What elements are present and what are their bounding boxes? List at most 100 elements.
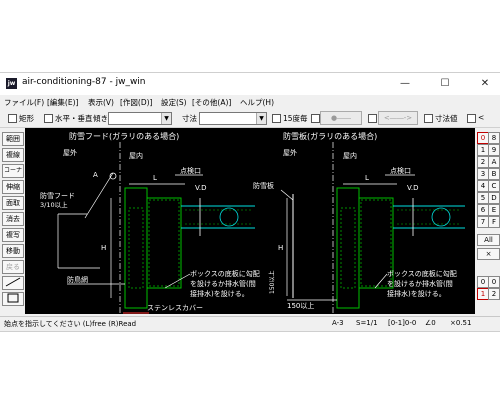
status-scale: S=1/1 bbox=[356, 319, 378, 327]
right-inspection-label: 点検口 bbox=[390, 166, 411, 175]
right-dim-150-horizontal: 150以上 bbox=[287, 301, 314, 310]
layer-group-c[interactable]: C bbox=[488, 180, 500, 192]
left-note-2: を設けるか排水管(間 bbox=[190, 279, 256, 288]
hv-label: 水平・垂直 bbox=[55, 114, 93, 123]
left-indoor-label: 屋内 bbox=[129, 151, 143, 160]
dimval-checkbox[interactable] bbox=[424, 114, 433, 123]
layer-group-d[interactable]: D bbox=[488, 192, 500, 204]
right-L-label: L bbox=[365, 174, 369, 182]
layer-group-e[interactable]: E bbox=[488, 204, 500, 216]
right-note-2: を設けるか排水管(間 bbox=[387, 279, 453, 288]
right-note-3: 接排水)を設ける。 bbox=[387, 289, 446, 298]
line-icon bbox=[5, 277, 21, 287]
jw-app-icon: jw bbox=[6, 78, 17, 89]
layer-group-b[interactable]: B bbox=[488, 168, 500, 180]
left-leader-a bbox=[84, 172, 114, 219]
hv-checkbox[interactable] bbox=[44, 114, 53, 123]
menu-other[interactable]: [その他(A)] bbox=[192, 97, 231, 108]
tilt-label: 傾き bbox=[93, 114, 108, 123]
dimval-label: 寸法値 bbox=[435, 114, 458, 123]
tool-extend[interactable]: 伸縮 bbox=[2, 180, 24, 194]
rect-checkbox[interactable] bbox=[8, 114, 17, 123]
menu-help[interactable]: ヘルプ(H) bbox=[240, 97, 274, 108]
left-hood-ratio: 3/10以上 bbox=[40, 200, 68, 209]
left-louver bbox=[128, 207, 144, 289]
left-tool-panel: 範囲 複線 コーナー 伸縮 面取 消去 複写 移動 戻る bbox=[0, 128, 25, 318]
rect-label: 矩形 bbox=[19, 114, 34, 123]
status-zoom: ×0.51 bbox=[450, 319, 472, 327]
right-louver bbox=[340, 207, 356, 289]
rectangle-icon bbox=[7, 293, 19, 303]
layer-all-button[interactable]: All bbox=[477, 234, 500, 246]
tool-parallel[interactable]: 複線 bbox=[2, 148, 24, 162]
lt-checkbox[interactable] bbox=[467, 114, 476, 123]
tool-corner[interactable]: コーナー bbox=[2, 164, 24, 186]
right-layer-panel: 0 8 1 9 2 A 3 B 4 C 5 D 6 E 7 F All × 0 … bbox=[476, 128, 500, 318]
point-line-button[interactable]: ●―― bbox=[320, 111, 362, 125]
tool-erase[interactable]: 消去 bbox=[2, 212, 24, 226]
right-outdoor-label: 屋外 bbox=[283, 148, 297, 157]
left-damper-circle bbox=[219, 207, 239, 227]
layer-group-f[interactable]: F bbox=[488, 216, 500, 228]
left-stainless-label: ステンレスカバー bbox=[147, 304, 203, 312]
drawing-canvas[interactable]: 防雪フード(ガラリのある場合) 屋外 屋内 A L 点検口 V.D 防雪フード … bbox=[25, 128, 475, 314]
left-note-1: ボックスの底板に勾配 bbox=[190, 269, 260, 278]
arrow-line-button[interactable]: <――-> bbox=[378, 111, 418, 125]
right-H-label: H bbox=[278, 244, 283, 252]
right-vd-label: V.D bbox=[407, 184, 419, 192]
left-box bbox=[146, 197, 182, 289]
left-L-label: L bbox=[153, 174, 157, 182]
tool-line[interactable] bbox=[2, 276, 24, 290]
tool-copy[interactable]: 複写 bbox=[2, 228, 24, 242]
lt-label: < bbox=[478, 113, 485, 122]
deg15-checkbox[interactable] bbox=[272, 114, 281, 123]
layer-0b-button[interactable]: 0 bbox=[488, 276, 500, 288]
cad-drawing: 防雪フード(ガラリのある場合) 屋外 屋内 A L 点検口 V.D 防雪フード … bbox=[40, 131, 465, 314]
right-dim-150-vertical: 150以上 bbox=[268, 271, 276, 294]
minimize-button[interactable]: — bbox=[392, 73, 418, 95]
menu-view[interactable]: 表示(V) bbox=[88, 97, 114, 108]
right-note-1: ボックスの底板に勾配 bbox=[387, 269, 457, 278]
tool-chamfer[interactable]: 面取 bbox=[2, 196, 24, 210]
window-title: air-conditioning-87 - jw_win bbox=[22, 77, 146, 87]
tool-rectangle[interactable] bbox=[2, 292, 24, 306]
status-angle: ∠0 bbox=[425, 319, 436, 327]
title-bar: jw air-conditioning-87 - jw_win — ☐ ✕ bbox=[0, 73, 500, 95]
right-title: 防雪板(ガラリのある場合) bbox=[283, 131, 377, 141]
status-bar: 始点を指示してください (L)free (R)Read A-3 S=1/1 [0… bbox=[0, 316, 500, 331]
snap-checkbox[interactable] bbox=[311, 114, 320, 123]
close-button[interactable]: ✕ bbox=[472, 73, 498, 95]
layer-group-a[interactable]: A bbox=[488, 156, 500, 168]
layer-2-button[interactable]: 2 bbox=[488, 288, 500, 300]
menu-edit[interactable]: [編集(E)] bbox=[47, 97, 78, 108]
deg15-label: 15度毎 bbox=[283, 114, 308, 123]
left-wall bbox=[124, 187, 148, 309]
left-note-3: 接排水)を設ける。 bbox=[190, 289, 249, 298]
left-mesh-label: 防鳥網 bbox=[67, 275, 88, 284]
tool-move[interactable]: 移動 bbox=[2, 244, 24, 258]
left-title: 防雪フード(ガラリのある場合) bbox=[69, 131, 179, 141]
left-inspection-label: 点検口 bbox=[180, 166, 201, 175]
dim-label: 寸法 bbox=[182, 114, 197, 123]
tilt-combo[interactable]: ▼ bbox=[108, 112, 172, 125]
arrow-checkbox[interactable] bbox=[368, 114, 377, 123]
tool-range[interactable]: 範囲 bbox=[2, 132, 24, 146]
maximize-button[interactable]: ☐ bbox=[432, 73, 458, 95]
menu-file[interactable]: ファイル(F) bbox=[4, 97, 44, 108]
right-indoor-label: 屋内 bbox=[343, 151, 357, 160]
left-A-label: A bbox=[93, 171, 98, 179]
left-H-label: H bbox=[101, 244, 106, 252]
chevron-down-icon: ▼ bbox=[256, 113, 266, 124]
layer-group-8[interactable]: 8 bbox=[488, 132, 500, 144]
status-group: [0-1]0-0 bbox=[388, 319, 417, 327]
tool-undo[interactable]: 戻る bbox=[2, 260, 24, 274]
menu-draw[interactable]: [作図(D)] bbox=[120, 97, 152, 108]
status-layer: A-3 bbox=[332, 319, 344, 327]
layer-group-9[interactable]: 9 bbox=[488, 144, 500, 156]
toolbar: 矩形 水平・垂直 傾き ▼ 寸法 ▼ 15度毎 ●―― <――-> 寸法値 < bbox=[0, 109, 500, 128]
layer-x-button[interactable]: × bbox=[477, 248, 500, 260]
app-window: jw air-conditioning-87 - jw_win — ☐ ✕ ファ… bbox=[0, 72, 500, 332]
dim-combo[interactable]: ▼ bbox=[199, 112, 267, 125]
right-plate-label: 防雪板 bbox=[253, 181, 274, 190]
menu-settings[interactable]: 設定(S) bbox=[161, 97, 187, 108]
